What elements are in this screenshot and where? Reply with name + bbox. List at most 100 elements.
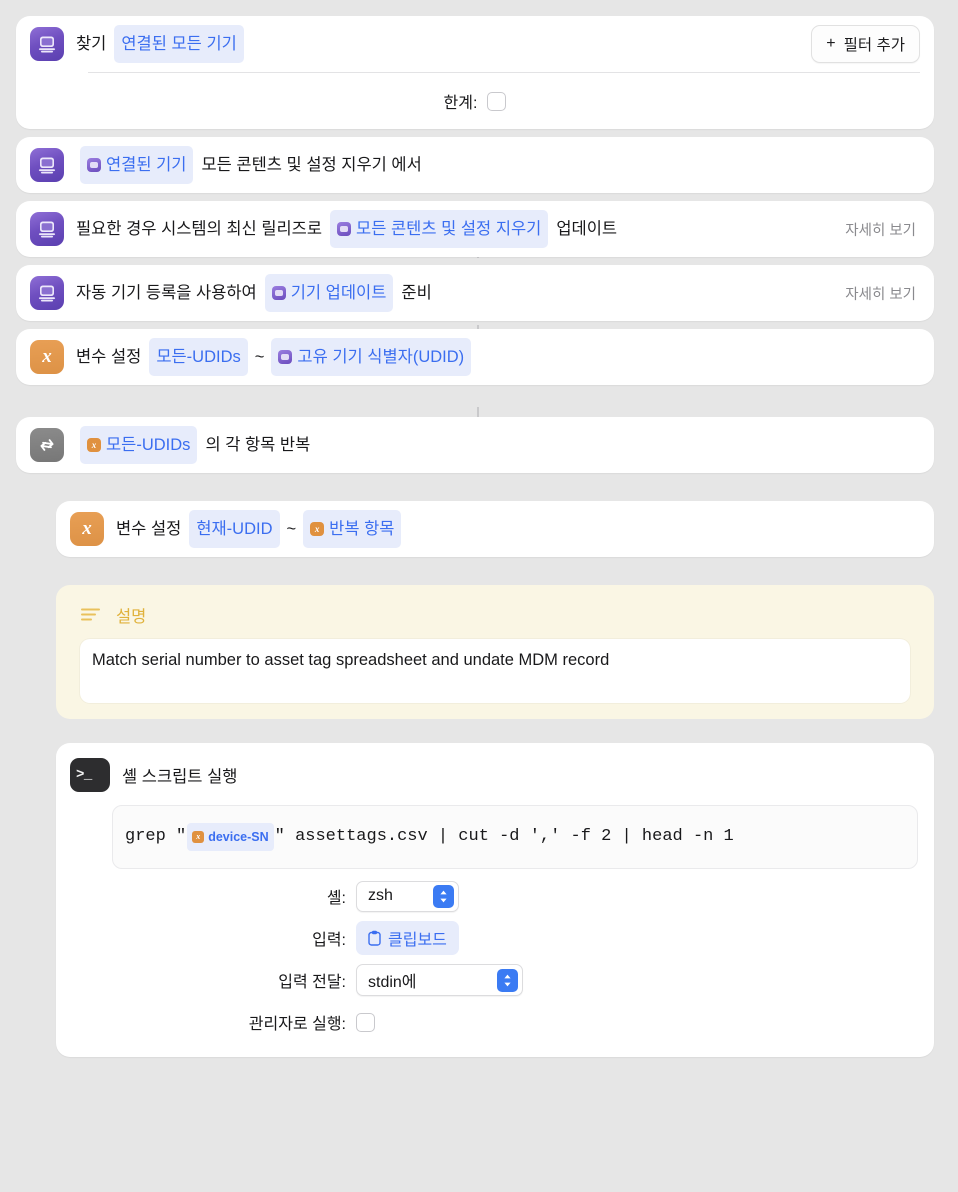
token-label: 고유 기기 식별자(UDID) — [297, 348, 465, 366]
param-row-run-as-admin: 관리자로 실행: — [56, 1001, 934, 1043]
token-erase-all-content[interactable]: 모든 콘텐츠 및 설정 지우기 — [330, 210, 549, 248]
update-device-row: 필요한 경우 시스템의 최신 릴리즈로 모든 콘텐츠 및 설정 지우기 업데이트… — [16, 201, 934, 257]
shortcut-editor-canvas: 찾기 연결된 모든 기기 + 필터 추가 한계: 연결된 기기 모든 콘텐츠 및… — [0, 0, 958, 1192]
action-card-update-device[interactable]: 필요한 경우 시스템의 최신 릴리즈로 모든 콘텐츠 및 설정 지우기 업데이트… — [16, 201, 934, 257]
action-card-erase-device[interactable]: 연결된 기기 모든 콘텐츠 및 설정 지우기 에서 — [16, 137, 934, 193]
device-token-icon — [337, 222, 352, 236]
input-value-chip[interactable]: 클립보드 — [356, 921, 459, 955]
clipboard-icon — [368, 930, 381, 946]
set-variable-label: 변수 설정 — [116, 520, 182, 538]
token-label: 반복 항목 — [329, 520, 395, 538]
token-connected-device[interactable]: 연결된 기기 — [80, 146, 194, 184]
shell-script-parameters: 셸: zsh 입력: 클립보드 입력 전달: stdin에 관리자로 실행: — [56, 875, 934, 1043]
repeat-suffix: 의 각 항목 반복 — [205, 436, 311, 454]
shell-script-title: 셸 스크립트 실행 — [122, 768, 238, 786]
variable-token-icon: x — [310, 522, 325, 536]
token-variable-name[interactable]: 현재-UDID — [189, 510, 280, 548]
find-devices-sentence: 찾기 연결된 모든 기기 — [76, 25, 248, 63]
prepare-device-row: 자동 기기 등록을 사용하여 기기 업데이트 준비 자세히 보기 — [16, 265, 934, 321]
assign-separator: ~ — [286, 520, 297, 538]
comment-title: 설명 — [116, 608, 147, 626]
action-card-find-devices[interactable]: 찾기 연결된 모든 기기 + 필터 추가 한계: — [16, 16, 934, 129]
token-label: 연결된 기기 — [106, 156, 187, 174]
action-card-set-variable-all-udids[interactable]: x 변수 설정 모든-UDIDs ~ 고유 기기 식별자(UDID) — [16, 329, 934, 385]
pass-input-label: 입력 전달: — [278, 974, 346, 991]
action-card-set-variable-current-udid[interactable]: x 변수 설정 현재-UDID ~ x 반복 항목 — [56, 501, 934, 557]
prepare-device-prefix: 자동 기기 등록을 사용하여 — [76, 284, 257, 302]
terminal-icon: >_ — [70, 758, 110, 792]
run-as-admin-checkbox[interactable] — [356, 1012, 375, 1032]
erase-device-sentence: 연결된 기기 모든 콘텐츠 및 설정 지우기 에서 — [76, 146, 426, 184]
device-token-icon — [87, 158, 101, 172]
token-udid-value[interactable]: 고유 기기 식별자(UDID) — [271, 338, 472, 376]
script-part1: grep " — [125, 827, 187, 846]
token-label: 모든-UDIDs — [156, 348, 241, 366]
device-icon — [30, 148, 64, 182]
token-label: device-SN — [208, 830, 269, 844]
show-more-link[interactable]: 자세히 보기 — [845, 283, 920, 304]
run-as-admin-label: 관리자로 실행: — [248, 1016, 346, 1033]
token-all-udids[interactable]: x 모든-UDIDs — [80, 426, 198, 464]
add-filter-button[interactable]: + 필터 추가 — [811, 25, 920, 63]
token-variable-name[interactable]: 모든-UDIDs — [149, 338, 248, 376]
add-filter-label: 필터 추가 — [843, 37, 905, 54]
input-value-label: 클립보드 — [388, 932, 447, 949]
repeat-row: x 모든-UDIDs 의 각 항목 반복 — [16, 417, 934, 473]
script-part2: " assettags.csv | cut -d ',' -f 2 | head… — [274, 827, 734, 846]
token-repeat-item[interactable]: x 반복 항목 — [303, 510, 402, 548]
variable-x-icon: x — [70, 512, 104, 546]
shell-value: zsh — [368, 887, 393, 904]
token-label: 현재-UDID — [196, 520, 273, 538]
action-card-prepare-device[interactable]: 자동 기기 등록을 사용하여 기기 업데이트 준비 자세히 보기 — [16, 265, 934, 321]
pass-input-select[interactable]: stdin에 — [356, 964, 523, 996]
limit-label: 한계: — [443, 95, 478, 112]
device-token-icon — [271, 286, 286, 300]
variable-token-icon: x — [192, 831, 205, 843]
chevron-updown-icon — [497, 968, 518, 992]
repeat-sentence: x 모든-UDIDs 의 각 항목 반복 — [76, 426, 314, 464]
action-card-repeat-each[interactable]: x 모든-UDIDs 의 각 항목 반복 — [16, 417, 934, 473]
shell-select[interactable]: zsh — [356, 880, 459, 912]
param-row-pass-input: 입력 전달: stdin에 — [56, 959, 934, 1001]
show-more-link[interactable]: 자세히 보기 — [845, 219, 920, 240]
plus-icon: + — [826, 35, 836, 52]
token-device-update[interactable]: 기기 업데이트 — [264, 274, 394, 312]
action-card-run-shell-script[interactable]: >_ 셸 스크립트 실행 grep " x device-SN " assett… — [56, 743, 934, 1057]
repeat-icon — [30, 428, 64, 462]
device-token-icon — [278, 350, 293, 364]
shell-label: 셸: — [326, 890, 346, 907]
set-variable-sentence: 변수 설정 모든-UDIDs ~ 고유 기기 식별자(UDID) — [76, 338, 475, 376]
token-label: 모든 콘텐츠 및 설정 지우기 — [356, 220, 542, 238]
token-label: 연결된 모든 기기 — [121, 35, 237, 53]
erase-device-text: 모든 콘텐츠 및 설정 지우기 에서 — [201, 156, 422, 174]
device-icon — [30, 27, 64, 61]
set-variable-label: 변수 설정 — [76, 348, 142, 366]
update-device-prefix: 필요한 경우 시스템의 최신 릴리즈로 — [76, 220, 323, 238]
prepare-device-suffix: 준비 — [401, 284, 432, 302]
limit-param-row: 한계: — [16, 73, 934, 129]
param-row-shell: 셸: zsh — [56, 875, 934, 917]
update-device-sentence: 필요한 경우 시스템의 최신 릴리즈로 모든 콘텐츠 및 설정 지우기 업데이트 — [76, 210, 621, 248]
token-label: 기기 업데이트 — [290, 284, 387, 302]
find-devices-header: 찾기 연결된 모든 기기 + 필터 추가 — [16, 16, 934, 72]
limit-checkbox[interactable] — [487, 91, 507, 111]
comment-header: 설명 — [70, 595, 920, 635]
shell-script-header: >_ 셸 스크립트 실행 — [56, 753, 934, 797]
device-icon — [30, 276, 64, 310]
device-icon — [30, 212, 64, 246]
input-label: 입력: — [312, 932, 346, 949]
token-label: 모든-UDIDs — [106, 436, 191, 454]
comment-text-area[interactable]: Match serial number to asset tag spreads… — [80, 639, 910, 703]
erase-device-row: 연결된 기기 모든 콘텐츠 및 설정 지우기 에서 — [16, 137, 934, 193]
set-variable-row: x 변수 설정 현재-UDID ~ x 반복 항목 — [56, 501, 934, 557]
comment-card[interactable]: 설명 Match serial number to asset tag spre… — [56, 585, 934, 719]
shell-script-editor[interactable]: grep " x device-SN " assettags.csv | cut… — [112, 805, 918, 869]
variable-token-icon: x — [87, 438, 101, 452]
pass-input-value: stdin에 — [368, 974, 417, 991]
token-device-sn[interactable]: x device-SN — [187, 823, 274, 851]
token-all-connected-devices[interactable]: 연결된 모든 기기 — [114, 25, 244, 63]
find-label: 찾기 — [76, 35, 107, 53]
prepare-device-sentence: 자동 기기 등록을 사용하여 기기 업데이트 준비 — [76, 274, 436, 312]
text-lines-icon — [80, 607, 102, 623]
update-device-suffix: 업데이트 — [556, 220, 618, 238]
